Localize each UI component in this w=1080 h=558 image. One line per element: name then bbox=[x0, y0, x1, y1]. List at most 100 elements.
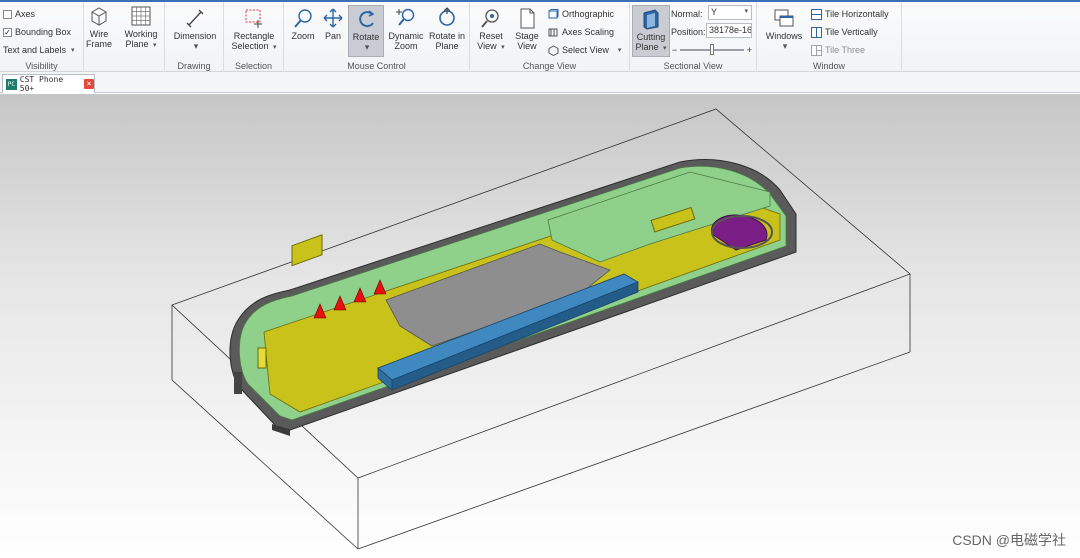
bounding-box-label: Bounding Box bbox=[15, 27, 72, 37]
cutting-plane-icon bbox=[643, 9, 659, 30]
cutting-plane-label-1: Cutting bbox=[636, 32, 666, 42]
chevron-down-icon: ▾ bbox=[617, 47, 622, 54]
axes-checkbox-box[interactable] bbox=[3, 9, 12, 19]
group-selection: Rectangle Selection ▾ Selection bbox=[224, 2, 284, 72]
rotate-in-plane-label-2: Plane bbox=[435, 41, 459, 51]
position-input[interactable]: 38178e-16 bbox=[706, 23, 752, 38]
rotate-in-plane-icon bbox=[439, 7, 455, 26]
document-tab-strip: PC CST Phone 50+ × bbox=[0, 72, 1080, 93]
bounding-box-checkbox-box[interactable]: ✓ bbox=[3, 27, 12, 37]
select-view-dropdown[interactable]: Select View ▾ bbox=[548, 43, 621, 57]
wire-frame-icon bbox=[91, 7, 107, 26]
side-port bbox=[234, 372, 242, 394]
group-label-drawing: Drawing bbox=[177, 61, 211, 71]
dimension-label: Dimension bbox=[173, 31, 217, 41]
group-visibility: Axes ✓ Bounding Box Text and Labels ▾ Vi… bbox=[0, 2, 84, 72]
tile-three-button[interactable]: Tile Three bbox=[811, 43, 865, 57]
zoom-button[interactable]: Zoom bbox=[287, 5, 319, 57]
normal-label-text: Normal: bbox=[671, 9, 703, 19]
orthographic-button[interactable]: Orthographic bbox=[548, 7, 614, 21]
chevron-down-icon: ▾ bbox=[782, 41, 788, 51]
ribbon-toolbar: Axes ✓ Bounding Box Text and Labels ▾ Vi… bbox=[0, 0, 1080, 72]
reset-view-button[interactable]: Reset View ▾ bbox=[473, 5, 509, 57]
cutting-plane-button[interactable]: Cutting Plane ▾ bbox=[632, 5, 670, 57]
position-input-value: 38178e-16 bbox=[709, 25, 752, 35]
windows-label: Windows bbox=[765, 31, 803, 41]
reset-view-label-2: View ▾ bbox=[473, 41, 509, 53]
slider-track[interactable] bbox=[680, 44, 744, 55]
pan-label: Pan bbox=[324, 31, 341, 41]
axes-scaling-button[interactable]: Axes Scaling bbox=[548, 25, 614, 39]
tile-horizontally-button[interactable]: Tile Horizontally bbox=[811, 7, 889, 21]
tile-vertically-button[interactable]: Tile Vertically bbox=[811, 25, 878, 39]
chevron-down-icon: ▾ bbox=[744, 8, 748, 15]
document-tab[interactable]: PC CST Phone 50+ × bbox=[2, 74, 95, 93]
group-label-selection: Selection bbox=[234, 61, 273, 71]
tile-three-icon bbox=[811, 44, 822, 56]
bounding-box-edge bbox=[357, 351, 911, 550]
chevron-down-icon: ▾ bbox=[663, 45, 667, 52]
zoom-label: Zoom bbox=[291, 31, 315, 41]
rectangle-selection-icon bbox=[245, 9, 262, 28]
slider-thumb[interactable] bbox=[710, 44, 714, 55]
3d-viewport[interactable]: CSDN @电磁学社 bbox=[0, 94, 1080, 558]
wire-frame-button[interactable]: Wire Frame bbox=[81, 3, 117, 55]
tile-vertically-label: Tile Vertically bbox=[825, 27, 878, 37]
stage-view-icon bbox=[520, 8, 535, 29]
orthographic-label: Orthographic bbox=[562, 9, 615, 19]
working-plane-label-1: Working bbox=[124, 29, 158, 39]
group-sectional-view: Cutting Plane ▾ Normal: Y ▾ Position: 38… bbox=[630, 2, 757, 72]
stage-view-button[interactable]: Stage View bbox=[511, 5, 543, 57]
rotate-in-plane-label-1: Rotate in bbox=[428, 31, 466, 41]
chevron-down-icon: ▾ bbox=[273, 44, 277, 51]
phone-model[interactable] bbox=[229, 159, 797, 436]
group-label-change-view: Change View bbox=[522, 61, 577, 71]
antenna-pad bbox=[291, 234, 323, 267]
text-and-labels-label: Text and Labels bbox=[3, 45, 67, 55]
group-drawing: Dimension ▾ Drawing bbox=[164, 2, 224, 72]
windows-button[interactable]: Windows ▾ bbox=[761, 5, 807, 57]
normal-select[interactable]: Y ▾ bbox=[708, 5, 752, 20]
rectangle-selection-label-1: Rectangle bbox=[233, 31, 275, 41]
rotate-in-plane-button[interactable]: Rotate in Plane bbox=[427, 5, 467, 57]
axes-scaling-icon bbox=[548, 28, 558, 36]
chevron-down-icon: ▾ bbox=[501, 44, 505, 51]
phone-model-scene[interactable] bbox=[0, 94, 1080, 558]
component-block bbox=[257, 347, 267, 369]
rotate-label: Rotate bbox=[352, 32, 380, 42]
group-mouse-control: Zoom Pan Rotate ▾ Dynamic Zoom Rotate in… bbox=[284, 2, 470, 72]
group-label-sectional-view: Sectional View bbox=[663, 61, 723, 71]
rectangle-selection-label-2: Selection ▾ bbox=[230, 41, 278, 53]
select-view-label: Select View bbox=[562, 45, 609, 55]
dimension-button[interactable]: Dimension ▾ bbox=[170, 5, 220, 57]
bounding-box-checkbox[interactable]: ✓ Bounding Box bbox=[3, 25, 71, 39]
slider-minus-icon[interactable]: − bbox=[672, 45, 677, 55]
text-and-labels-dropdown[interactable]: Text and Labels ▾ bbox=[3, 43, 75, 57]
rectangle-selection-button[interactable]: Rectangle Selection ▾ bbox=[230, 5, 278, 57]
axes-checkbox[interactable]: Axes bbox=[3, 7, 35, 21]
cutting-plane-label-2-text: Plane bbox=[635, 42, 659, 52]
windows-icon bbox=[774, 9, 794, 27]
dimension-icon bbox=[186, 9, 204, 28]
position-label: Position: bbox=[671, 25, 706, 39]
dynamic-zoom-button[interactable]: Dynamic Zoom bbox=[386, 5, 426, 57]
working-plane-label-2-text: Plane bbox=[125, 39, 149, 49]
working-plane-label-2: Plane ▾ bbox=[121, 39, 161, 51]
close-icon[interactable]: × bbox=[84, 79, 94, 89]
rotate-icon bbox=[359, 10, 375, 28]
reset-view-label-2-text: View bbox=[477, 41, 497, 51]
project-icon: PC bbox=[6, 78, 17, 90]
wire-frame-label-1: Wire bbox=[89, 29, 109, 39]
chevron-down-icon: ▾ bbox=[71, 47, 75, 54]
chevron-down-icon: ▾ bbox=[364, 42, 370, 52]
orthographic-icon bbox=[548, 8, 559, 18]
slider-plus-icon[interactable]: + bbox=[747, 45, 752, 55]
rotate-button[interactable]: Rotate ▾ bbox=[348, 5, 384, 57]
rectangle-selection-label-2-text: Selection bbox=[231, 41, 269, 51]
position-slider[interactable]: − + bbox=[672, 43, 752, 57]
pan-button[interactable]: Pan bbox=[319, 5, 347, 57]
working-plane-button[interactable]: Working Plane ▾ bbox=[121, 3, 161, 55]
axes-scaling-label: Axes Scaling bbox=[562, 27, 615, 37]
tile-horizontally-label: Tile Horizontally bbox=[825, 9, 889, 19]
wire-frame-label-2: Frame bbox=[85, 39, 112, 49]
